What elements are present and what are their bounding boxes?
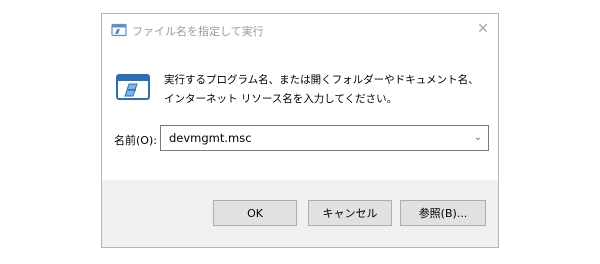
command-input[interactable]: devmgmt.msc bbox=[169, 131, 252, 145]
instruction-text: 実行するプログラム名、または開くフォルダーやドキュメント名、インターネット リソ… bbox=[164, 74, 479, 105]
browse-button[interactable]: 参照(B)... bbox=[400, 200, 486, 226]
cancel-button[interactable]: キャンセル bbox=[308, 200, 392, 226]
title-bar: ファイル名を指定して実行 ✕ bbox=[102, 14, 498, 46]
run-icon bbox=[110, 22, 128, 37]
close-icon: ✕ bbox=[477, 21, 489, 37]
window-title: ファイル名を指定して実行 bbox=[132, 25, 264, 38]
run-dialog: ファイル名を指定して実行 ✕ 実行するプログラム名、または開くフォルダーやドキュ… bbox=[101, 13, 499, 248]
close-button[interactable]: ✕ bbox=[468, 14, 498, 44]
command-combobox[interactable]: devmgmt.msc ⌄ bbox=[160, 125, 489, 151]
run-icon bbox=[116, 74, 150, 100]
ok-button[interactable]: OK bbox=[213, 200, 297, 226]
chevron-down-icon[interactable]: ⌄ bbox=[474, 132, 482, 143]
name-label: 名前(O): bbox=[114, 134, 157, 147]
